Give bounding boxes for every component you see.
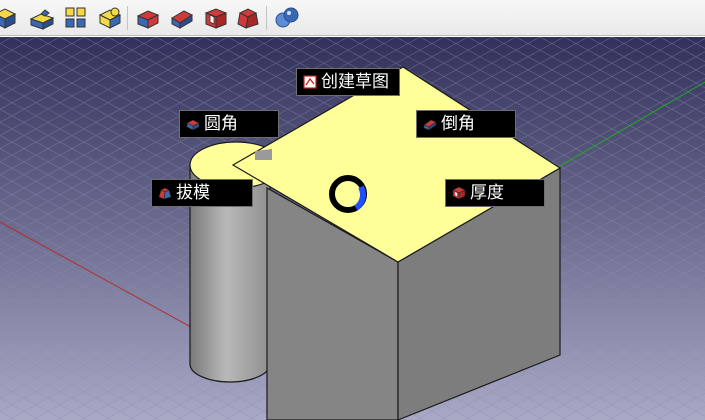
pie-item-label: 圆角 [204, 114, 238, 134]
pie-item-thickness[interactable]: 厚度 [445, 179, 545, 207]
pie-item-fillet[interactable]: 圆角 [179, 110, 279, 138]
freecad-window: 创建草图 圆角 倒角 拔模 厚度 [0, 0, 705, 420]
boolean-spheres-icon[interactable] [274, 5, 300, 31]
part-compound-icon[interactable] [97, 5, 123, 31]
pie-item-label: 倒角 [441, 114, 475, 134]
thickness-tool-icon[interactable] [203, 5, 229, 31]
pie-item-draft[interactable]: 拔模 [151, 179, 253, 207]
pie-item-label: 创建草图 [321, 72, 389, 92]
fillet-icon [186, 117, 200, 131]
draft-icon [158, 186, 172, 200]
3d-viewport[interactable]: 创建草图 圆角 倒角 拔模 厚度 [0, 37, 705, 420]
draft-tool-icon[interactable] [235, 5, 261, 31]
thickness-icon [452, 186, 466, 200]
fillet-tool-icon[interactable] [135, 5, 161, 31]
create-sketch-icon [303, 75, 317, 89]
pie-item-chamfer[interactable]: 倒角 [416, 110, 516, 138]
chamfer-icon [423, 117, 437, 131]
pie-item-label: 拔模 [176, 183, 210, 203]
toolbar [0, 0, 705, 36]
toolbar-separator [127, 6, 128, 30]
chamfer-tool-icon[interactable] [169, 5, 195, 31]
pie-item-label: 厚度 [470, 183, 504, 203]
pie-item-create-sketch[interactable]: 创建草图 [296, 68, 400, 96]
part-array-icon[interactable] [63, 5, 89, 31]
part-cube-icon[interactable] [0, 5, 18, 31]
toolbar-separator [266, 6, 267, 30]
part-wedge-icon[interactable] [29, 5, 55, 31]
